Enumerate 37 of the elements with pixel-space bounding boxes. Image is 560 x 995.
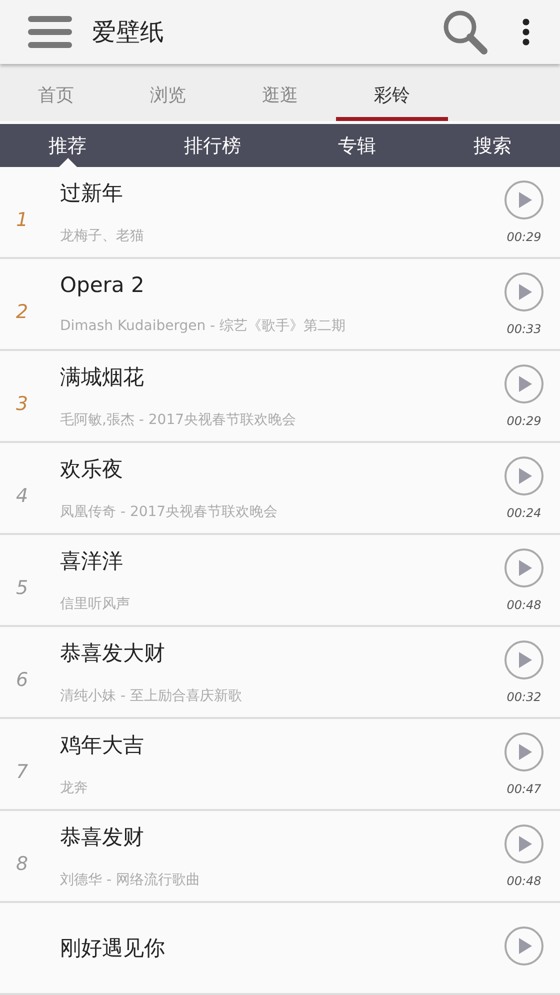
- song-title: 欢乐夜: [60, 456, 124, 483]
- rank-number: 4: [15, 485, 30, 507]
- duration-text: 00:33: [506, 322, 542, 336]
- artist-text: Dimash Kudaibergen - 综艺《歌手》第二期: [60, 317, 347, 335]
- song-title: Opera 2: [60, 273, 146, 297]
- duration-text: 00:29: [506, 230, 542, 244]
- artist-text: 毛阿敏,張杰 - 2017央视春节联欢晚会: [60, 411, 298, 429]
- rank-number: 1: [15, 209, 30, 231]
- song-title: 恭喜发大财: [60, 640, 166, 667]
- artist-text: 龙奔: [60, 779, 89, 797]
- artist-text: 信里听风声: [60, 595, 131, 613]
- more-icon[interactable]: [522, 18, 530, 46]
- song-title: 鸡年大吉: [60, 732, 145, 759]
- menu-icon[interactable]: [28, 14, 72, 50]
- song-title: 满城烟花: [60, 364, 145, 391]
- artist-text: 刘德华 - 网络流行歌曲: [60, 871, 201, 889]
- artist-text: 凤凰传奇 - 2017央视春节联欢晚会: [60, 503, 279, 521]
- search-icon[interactable]: [442, 9, 488, 56]
- rank-number: 6: [15, 669, 30, 691]
- rank-number: 8: [15, 853, 30, 875]
- artist-text: 龙梅子、老猫: [60, 227, 145, 245]
- artist-text: 清纯小妹 - 至上励合喜庆新歌: [60, 687, 243, 705]
- duration-text: 00:24: [506, 506, 542, 520]
- rank-number: 2: [15, 301, 30, 323]
- duration-text: 00:32: [506, 690, 542, 704]
- rank-number: 5: [15, 577, 30, 599]
- duration-text: 00:48: [506, 598, 542, 612]
- duration-text: 00:48: [506, 874, 542, 888]
- song-title: 过新年: [60, 180, 124, 207]
- song-title: 恭喜发财: [60, 824, 145, 851]
- app-title: 爱壁纸: [92, 17, 164, 48]
- rank-number: 3: [15, 393, 30, 415]
- rank-number: 7: [15, 761, 30, 783]
- song-title: 刚好遇见你: [60, 935, 166, 962]
- duration-text: 00:29: [506, 414, 542, 428]
- duration-text: 00:47: [506, 782, 542, 796]
- song-title: 喜洋洋: [60, 548, 124, 575]
